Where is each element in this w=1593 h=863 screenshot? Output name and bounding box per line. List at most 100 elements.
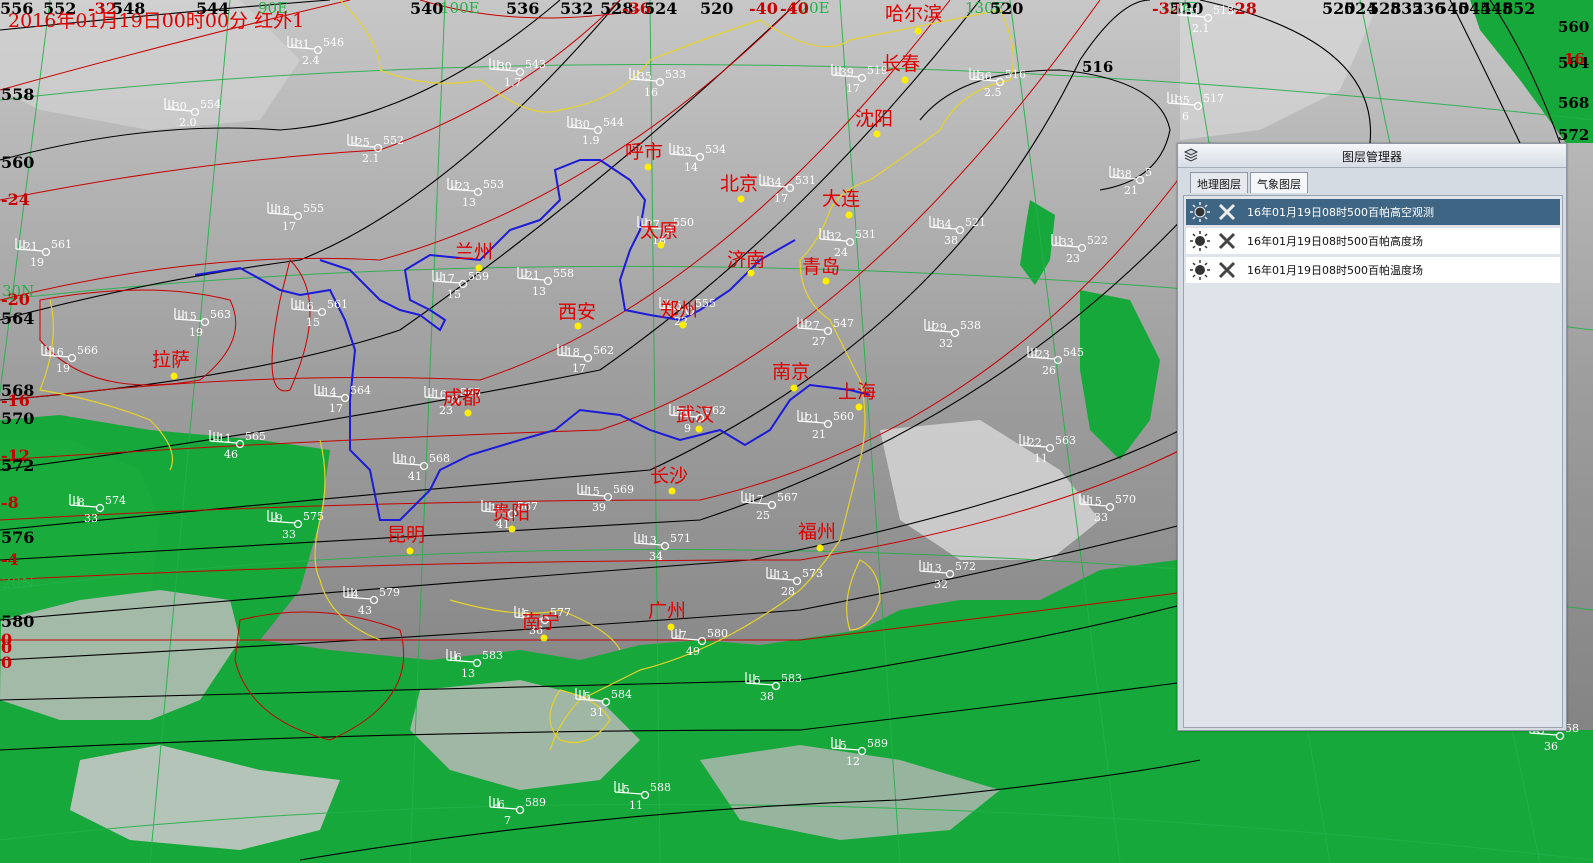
city-name: 福州 [798, 521, 836, 543]
city-name: 哈尔滨 [885, 3, 942, 25]
city-name: 上海 [838, 381, 876, 403]
station-temperature: -36 [974, 70, 992, 83]
layer-item-temperature-field[interactable]: 16年01月19日08时500百帕温度场 [1186, 257, 1560, 283]
station-height: 546 [323, 36, 344, 49]
contour-label: 558 [1, 85, 34, 104]
station-temperature: -27 [802, 319, 820, 332]
remove-layer-icon[interactable] [1217, 202, 1237, 222]
contour-label: 568 [1558, 94, 1589, 112]
station-dewpoint: 36 [1544, 740, 1558, 753]
station-temperature: -29 [929, 321, 947, 334]
contour-label: -4 [1, 550, 19, 569]
station-temperature: -17 [437, 272, 455, 285]
city-name: 武汉 [676, 404, 714, 426]
station-height: 543 [525, 58, 546, 71]
station-temperature: -6 [451, 651, 462, 664]
station-height: 547 [833, 317, 854, 330]
station-temperature: -34 [764, 176, 782, 189]
panel-titlebar[interactable]: 图层管理器 [1178, 144, 1566, 168]
station-temperature: -30 [169, 100, 187, 113]
station-dewpoint: 17 [282, 220, 296, 233]
station-dewpoint: 21 [812, 428, 826, 441]
station-height: 568 [429, 452, 450, 465]
contour-label: 520 [700, 0, 733, 18]
contour-label: 580 [1, 612, 34, 631]
city-name: 济南 [727, 249, 765, 271]
station-height: 588 [650, 781, 671, 794]
station-height: 545 [1063, 346, 1084, 359]
station-dewpoint: 31 [590, 706, 604, 719]
city-name: 贵阳 [492, 502, 530, 524]
contour-label: -20 [1, 290, 30, 309]
contour-label: 16 [1564, 50, 1585, 68]
station-height: 544 [603, 116, 624, 129]
station-height: 584 [611, 688, 632, 701]
station-height: 589 [525, 796, 546, 809]
city-name: 青岛 [802, 256, 840, 278]
station-dewpoint: 15 [306, 316, 320, 329]
layer-manager-panel[interactable]: 图层管理器 地理图层 气象图层 16年01月19日08时500百帕高空观测 16… [1177, 143, 1567, 731]
station-temperature: -31 [292, 38, 310, 51]
station-dewpoint: 13 [461, 667, 475, 680]
station-dewpoint: 2.4 [302, 54, 320, 67]
remove-layer-icon[interactable] [1217, 260, 1237, 280]
contour-label: 570 [1, 409, 34, 428]
station-dewpoint: 1.9 [582, 134, 600, 147]
station-temperature: -16 [296, 300, 314, 313]
tab-weather-layers[interactable]: 气象图层 [1250, 172, 1308, 193]
station-temperature: -7 [676, 629, 687, 642]
station-dewpoint: 46 [224, 448, 238, 461]
station-dewpoint: 13 [532, 285, 546, 298]
station-height: 574 [105, 494, 126, 507]
station-height: 583 [482, 649, 503, 662]
city-name: 昆明 [387, 524, 425, 546]
visibility-sun-icon[interactable] [1189, 259, 1211, 281]
city-name: 西安 [558, 301, 596, 323]
station-dewpoint: 19 [30, 256, 44, 269]
station-temperature: -13 [924, 562, 942, 575]
station-temperature: -16 [46, 346, 64, 359]
station-height: 531 [795, 174, 816, 187]
station-height: 563 [1055, 434, 1076, 447]
city-name: 拉萨 [152, 349, 190, 371]
layer-item-upper-air-obs[interactable]: 16年01月19日08时500百帕高空观测 [1186, 199, 1560, 225]
visibility-sun-icon[interactable] [1189, 201, 1211, 223]
station-dewpoint: 2.1 [1192, 22, 1210, 35]
station-dewpoint: 23 [1066, 252, 1080, 265]
station-height: 513 [1213, 4, 1234, 17]
station-height: 554 [200, 98, 221, 111]
station-height: 569 [613, 483, 634, 496]
station-dewpoint: 33 [84, 512, 98, 525]
station-height: 58 [1565, 722, 1579, 735]
station-height: 534 [705, 143, 726, 156]
tab-geo-layers[interactable]: 地理图层 [1190, 172, 1248, 193]
station-temperature: -13 [639, 534, 657, 547]
visibility-sun-icon[interactable] [1189, 230, 1211, 252]
remove-layer-icon[interactable] [1217, 231, 1237, 251]
station-dewpoint: 33 [282, 528, 296, 541]
station-temperature: -33 [1056, 236, 1074, 249]
city-name: 北京 [720, 173, 758, 195]
station-height: 560 [833, 410, 854, 423]
contour-label: 520 [990, 0, 1023, 18]
city-name: 大连 [822, 188, 860, 210]
station-temperature: -22 [1024, 436, 1042, 449]
layer-tabs: 地理图层 气象图层 [1190, 172, 1310, 193]
layer-list[interactable]: 16年01月19日08时500百帕高空观测 16年01月19日08时500百帕高… [1183, 195, 1563, 728]
city-name: 太原 [640, 220, 678, 242]
station-temperature: -18 [562, 346, 580, 359]
map-title: 2016年01月19日00时00分 红外1 [8, 10, 304, 32]
contour-label: 572 [1558, 126, 1589, 144]
station-height: 564 [350, 384, 371, 397]
contour-label: 576 [1, 528, 34, 547]
station-height: 558 [553, 267, 574, 280]
layer-item-height-field[interactable]: 16年01月19日08时500百帕高度场 [1186, 228, 1560, 254]
station-dewpoint: 17 [774, 192, 788, 205]
station-height: 563 [210, 308, 231, 321]
station-height: 517 [1203, 92, 1224, 105]
panel-title: 图层管理器 [1341, 150, 1402, 164]
station-dewpoint: 25 [756, 509, 770, 522]
station-temperature: -17 [746, 493, 764, 506]
station-temperature: -35 [634, 70, 652, 83]
contour-label: 532 [560, 0, 593, 18]
